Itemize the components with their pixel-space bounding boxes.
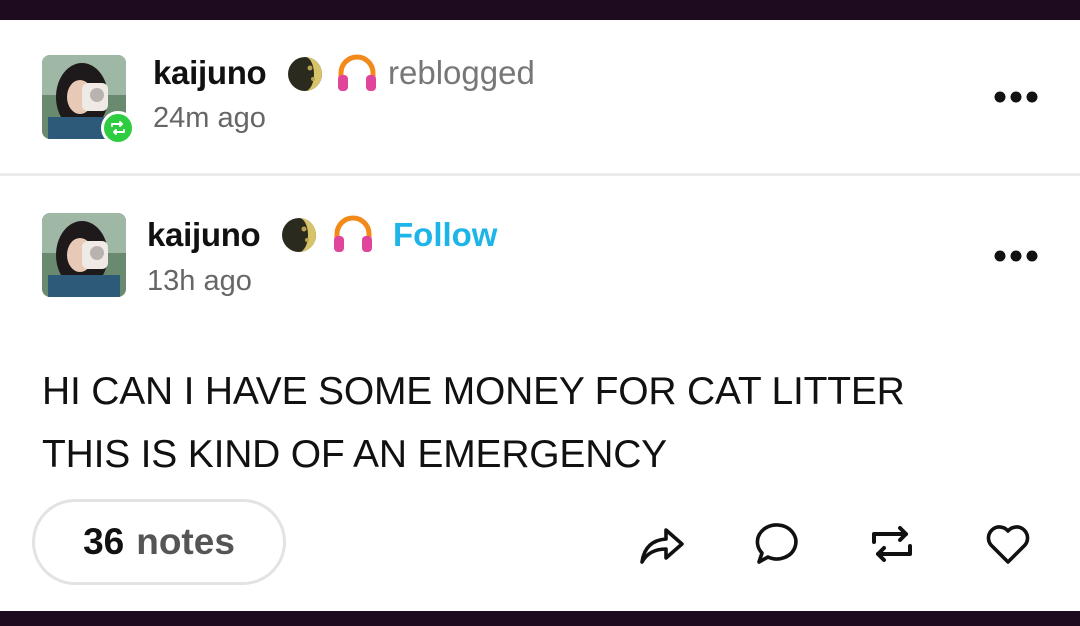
reblogger-username[interactable]: kaijuno [153, 54, 267, 92]
reply-icon[interactable] [752, 518, 804, 570]
notes-button[interactable]: 36 notes [32, 499, 286, 585]
notes-count: 36 [83, 521, 125, 562]
divider [0, 173, 1080, 176]
avatar[interactable] [42, 213, 126, 297]
moon-emoji-icon [288, 57, 322, 91]
bottom-bar [0, 611, 1080, 626]
more-options-icon[interactable] [994, 248, 1038, 264]
post-timestamp[interactable]: 13h ago [147, 265, 252, 298]
top-bar [0, 0, 1080, 20]
post-text-line: THIS IS KIND OF AN EMERGENCY [42, 433, 667, 476]
post-body: HI CAN I HAVE SOME MONEY FOR CAT LITTER … [42, 360, 1022, 486]
headphones-emoji-icon [338, 54, 376, 91]
notes-label: notes [136, 521, 235, 562]
more-options-icon[interactable] [994, 89, 1038, 105]
reblog-badge [101, 111, 135, 145]
post-text-line: HI CAN I HAVE SOME MONEY FOR CAT LITTER [42, 370, 905, 413]
follow-button[interactable]: Follow [393, 216, 497, 254]
reblogged-label: reblogged [388, 54, 535, 91]
reblog-icon [111, 121, 125, 135]
like-icon[interactable] [982, 518, 1034, 570]
headphones-emoji-icon [334, 215, 372, 252]
reblog-timestamp[interactable]: 24m ago [153, 102, 266, 135]
moon-emoji-icon [282, 218, 316, 252]
post-username[interactable]: kaijuno [147, 216, 261, 254]
share-icon[interactable] [636, 518, 688, 570]
reblog-icon[interactable] [866, 518, 918, 570]
